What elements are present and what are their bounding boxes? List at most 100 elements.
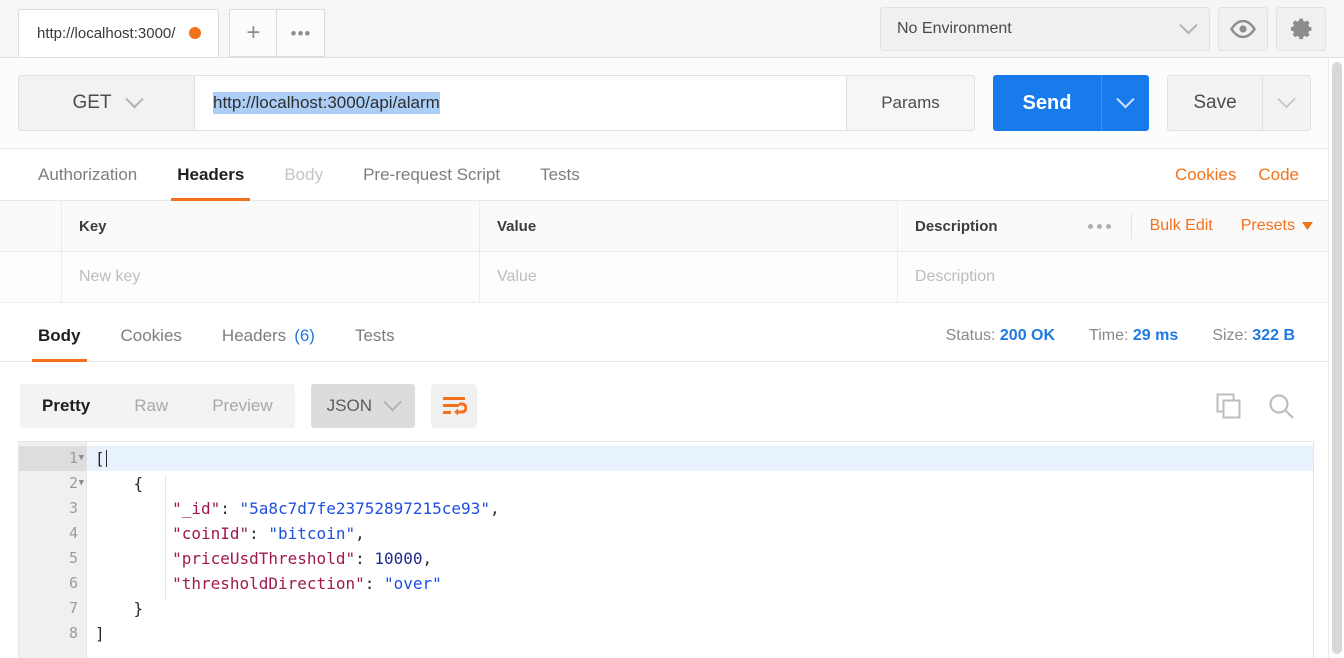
code-token: "thresholdDirection" (172, 574, 365, 593)
code-line[interactable]: } (87, 596, 1313, 621)
response-body-icons (1216, 393, 1309, 420)
headers-table-header: Key Value Description Bulk Edit Presets (0, 200, 1329, 252)
response-body-editor[interactable]: 1 ▼ 2 ▼ 3 4 5 6 7 8 [ { "_id": "5a8c7d7f… (18, 441, 1314, 658)
size-label: Size: (1212, 326, 1248, 344)
line-number[interactable]: 5 (19, 546, 86, 571)
response-meta: Status: 200 OK Time: 29 ms Size: 322 B (946, 327, 1311, 345)
word-wrap-button[interactable] (431, 384, 478, 428)
request-tab-headers[interactable]: Headers (157, 149, 264, 201)
status-value: 200 OK (999, 326, 1056, 344)
response-tab-body[interactable]: Body (18, 310, 101, 362)
http-method-select[interactable]: GET (18, 75, 194, 131)
environment-quick-look-button[interactable] (1218, 7, 1268, 51)
request-tabs: Authorization Headers Body Pre-request S… (0, 149, 1329, 201)
save-button[interactable]: Save (1167, 75, 1263, 131)
response-toolbar: Pretty Raw Preview JSON (0, 371, 1329, 441)
response-format-select[interactable]: JSON (310, 384, 416, 428)
code-line[interactable]: { (87, 471, 1313, 496)
code-line[interactable]: "priceUsdThreshold": 10000, (87, 546, 1313, 571)
line-number[interactable]: 2 ▼ (19, 471, 86, 496)
line-number[interactable]: 3 (19, 496, 86, 521)
send-options-button[interactable] (1101, 75, 1149, 131)
code-token: : (249, 524, 269, 543)
copy-icon[interactable] (1216, 393, 1242, 419)
row-checkbox-cell[interactable] (0, 251, 62, 303)
request-tab[interactable]: http://localhost:3000/ (18, 9, 220, 57)
response-tab-cookies[interactable]: Cookies (101, 310, 202, 362)
view-mode-preview[interactable]: Preview (190, 384, 294, 428)
code-token: : (364, 574, 384, 593)
code-link[interactable]: Code (1258, 165, 1299, 185)
settings-button[interactable] (1276, 7, 1326, 51)
code-token: , (489, 499, 500, 518)
save-button-group: Save (1167, 75, 1311, 131)
view-mode-raw[interactable]: Raw (112, 384, 190, 428)
response-tab-tests[interactable]: Tests (335, 310, 415, 362)
fold-toggle-icon[interactable]: ▼ (79, 446, 84, 471)
code-lines[interactable]: [ { "_id": "5a8c7d7fe23752897215ce93", "… (87, 442, 1313, 658)
line-number[interactable]: 7 (19, 596, 86, 621)
new-header-key-input[interactable]: New key (62, 251, 480, 303)
code-token: "coinId" (172, 524, 250, 543)
save-options-button[interactable] (1263, 75, 1311, 131)
code-line[interactable]: "_id": "5a8c7d7fe23752897215ce93", (87, 496, 1313, 521)
line-number[interactable]: 4 (19, 521, 86, 546)
code-token: "bitcoin" (268, 524, 356, 543)
indent-guide (165, 475, 166, 600)
code-token: "_id" (172, 499, 221, 518)
line-number[interactable]: 8 (19, 621, 86, 646)
time-badge: Time: 29 ms (1089, 327, 1178, 345)
presets-label: Presets (1240, 217, 1295, 234)
tab-label: Body (284, 164, 324, 184)
save-label: Save (1193, 92, 1237, 113)
line-number-label: 3 (68, 499, 78, 517)
code-line[interactable]: "thresholdDirection": "over" (87, 571, 1313, 596)
request-tab-body[interactable]: Body (264, 149, 343, 201)
new-header-description-input[interactable]: Description (898, 252, 1329, 303)
request-tab-label: http://localhost:3000/ (37, 24, 176, 42)
request-tab-authorization[interactable]: Authorization (18, 149, 157, 201)
line-number-gutter: 1 ▼ 2 ▼ 3 4 5 6 7 8 (19, 442, 87, 658)
environment-zone: No Environment (880, 0, 1326, 58)
size-badge: Size: 322 B (1212, 327, 1295, 345)
code-line[interactable]: ] (87, 621, 1313, 646)
view-mode-pretty[interactable]: Pretty (20, 384, 112, 428)
request-tab-pre-request-script[interactable]: Pre-request Script (343, 149, 520, 201)
search-icon[interactable] (1268, 393, 1295, 420)
line-number[interactable]: 6 (19, 571, 86, 596)
url-input[interactable]: http://localhost:3000/api/alarm (194, 75, 847, 131)
headers-more-options-button[interactable] (1068, 223, 1131, 229)
code-line[interactable]: [ (87, 446, 1313, 471)
response-tab-headers[interactable]: Headers (6) (202, 310, 335, 362)
code-token: : (355, 549, 375, 568)
new-header-value-input[interactable]: Value (480, 251, 898, 303)
tab-label: Cookies (120, 325, 182, 345)
environment-select[interactable]: No Environment (880, 7, 1210, 51)
scrollbar-thumb[interactable] (1332, 62, 1342, 654)
bulk-edit-button[interactable]: Bulk Edit (1132, 217, 1231, 235)
column-label: Description (915, 217, 998, 235)
vertical-scrollbar[interactable] (1329, 58, 1344, 658)
more-tabs-button[interactable]: ••• (277, 9, 326, 57)
key-placeholder: New key (79, 268, 141, 285)
send-label: Send (1022, 91, 1072, 114)
params-label: Params (881, 93, 940, 112)
tab-label: Authorization (38, 164, 138, 184)
cookies-link[interactable]: Cookies (1175, 165, 1236, 185)
fold-toggle-icon[interactable]: ▼ (79, 471, 84, 496)
code-token: "over" (383, 574, 442, 593)
code-token: 10000 (374, 549, 423, 568)
send-button[interactable]: Send (993, 75, 1101, 131)
line-number[interactable]: 1 ▼ (19, 446, 86, 471)
column-label: Key (79, 217, 107, 235)
eye-icon (1230, 20, 1256, 38)
time-label: Time: (1089, 326, 1129, 344)
code-token: { (133, 474, 144, 493)
environment-selected-label: No Environment (897, 20, 1012, 37)
params-button[interactable]: Params (847, 75, 975, 131)
new-tab-button[interactable]: + (229, 9, 278, 57)
presets-button[interactable]: Presets (1231, 217, 1313, 235)
code-line[interactable]: "coinId": "bitcoin", (87, 521, 1313, 546)
size-value: 322 B (1252, 326, 1295, 344)
request-tab-tests[interactable]: Tests (520, 149, 600, 201)
